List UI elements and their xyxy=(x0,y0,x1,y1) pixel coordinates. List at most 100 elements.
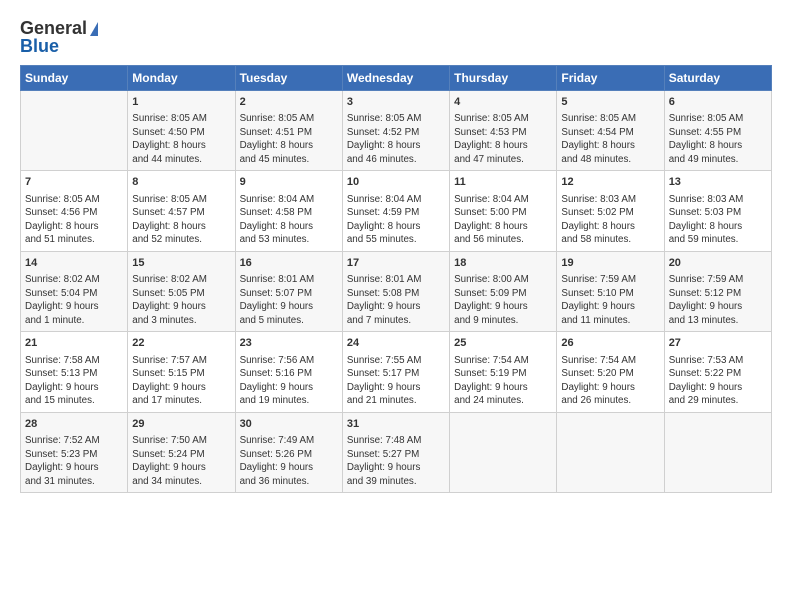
day-number: 7 xyxy=(25,175,123,190)
cell-1-7: 6Sunrise: 8:05 AMSunset: 4:55 PMDaylight… xyxy=(664,91,771,171)
cell-text: Sunset: 4:55 PM xyxy=(669,126,767,140)
cell-text: Sunset: 4:52 PM xyxy=(347,126,445,140)
cell-1-1 xyxy=(21,91,128,171)
cell-text: Daylight: 8 hours xyxy=(347,220,445,234)
cell-text: Sunrise: 8:01 AM xyxy=(347,273,445,287)
cell-text: Sunset: 5:07 PM xyxy=(240,287,338,301)
cell-text: Sunrise: 8:04 AM xyxy=(240,193,338,207)
cell-text: Sunrise: 8:05 AM xyxy=(240,112,338,126)
cell-text: Daylight: 8 hours xyxy=(454,220,552,234)
cell-text: Daylight: 8 hours xyxy=(240,139,338,153)
cell-text: Sunrise: 8:03 AM xyxy=(669,193,767,207)
cell-text: and 34 minutes. xyxy=(132,475,230,489)
day-number: 24 xyxy=(347,336,445,351)
cell-text: Sunset: 5:02 PM xyxy=(561,206,659,220)
col-header-wednesday: Wednesday xyxy=(342,66,449,91)
calendar-table: SundayMondayTuesdayWednesdayThursdayFrid… xyxy=(20,65,772,493)
day-number: 30 xyxy=(240,417,338,432)
cell-5-6 xyxy=(557,412,664,492)
cell-text: Daylight: 9 hours xyxy=(454,300,552,314)
cell-1-4: 3Sunrise: 8:05 AMSunset: 4:52 PMDaylight… xyxy=(342,91,449,171)
cell-5-2: 29Sunrise: 7:50 AMSunset: 5:24 PMDayligh… xyxy=(128,412,235,492)
cell-text: and 59 minutes. xyxy=(669,233,767,247)
cell-text: Sunrise: 8:05 AM xyxy=(454,112,552,126)
cell-text: Sunset: 5:10 PM xyxy=(561,287,659,301)
cell-text: and 49 minutes. xyxy=(669,153,767,167)
day-number: 31 xyxy=(347,417,445,432)
cell-text: and 52 minutes. xyxy=(132,233,230,247)
cell-text: Daylight: 9 hours xyxy=(347,300,445,314)
day-number: 17 xyxy=(347,256,445,271)
cell-2-3: 9Sunrise: 8:04 AMSunset: 4:58 PMDaylight… xyxy=(235,171,342,251)
cell-text: Daylight: 9 hours xyxy=(240,461,338,475)
page: General Blue SundayMondayTuesdayWednesda… xyxy=(0,0,792,612)
cell-3-7: 20Sunrise: 7:59 AMSunset: 5:12 PMDayligh… xyxy=(664,251,771,331)
week-row-4: 21Sunrise: 7:58 AMSunset: 5:13 PMDayligh… xyxy=(21,332,772,412)
day-number: 28 xyxy=(25,417,123,432)
cell-text: and 53 minutes. xyxy=(240,233,338,247)
cell-text: Sunrise: 8:00 AM xyxy=(454,273,552,287)
col-header-tuesday: Tuesday xyxy=(235,66,342,91)
cell-text: and 36 minutes. xyxy=(240,475,338,489)
cell-text: and 5 minutes. xyxy=(240,314,338,328)
cell-text: and 55 minutes. xyxy=(347,233,445,247)
day-number: 5 xyxy=(561,95,659,110)
day-number: 10 xyxy=(347,175,445,190)
day-number: 4 xyxy=(454,95,552,110)
cell-text: and 29 minutes. xyxy=(669,394,767,408)
cell-text: Sunrise: 7:50 AM xyxy=(132,434,230,448)
cell-text: Sunset: 5:05 PM xyxy=(132,287,230,301)
cell-text: Daylight: 8 hours xyxy=(561,139,659,153)
cell-text: and 11 minutes. xyxy=(561,314,659,328)
cell-4-2: 22Sunrise: 7:57 AMSunset: 5:15 PMDayligh… xyxy=(128,332,235,412)
cell-text: and 24 minutes. xyxy=(454,394,552,408)
cell-text: and 9 minutes. xyxy=(454,314,552,328)
col-header-friday: Friday xyxy=(557,66,664,91)
cell-4-7: 27Sunrise: 7:53 AMSunset: 5:22 PMDayligh… xyxy=(664,332,771,412)
cell-text: Sunrise: 8:02 AM xyxy=(25,273,123,287)
cell-text: Sunset: 5:22 PM xyxy=(669,367,767,381)
day-number: 12 xyxy=(561,175,659,190)
cell-text: Daylight: 9 hours xyxy=(25,300,123,314)
day-number: 13 xyxy=(669,175,767,190)
cell-text: Daylight: 9 hours xyxy=(132,461,230,475)
cell-text: Sunset: 5:09 PM xyxy=(454,287,552,301)
cell-text: and 58 minutes. xyxy=(561,233,659,247)
cell-1-3: 2Sunrise: 8:05 AMSunset: 4:51 PMDaylight… xyxy=(235,91,342,171)
cell-text: and 3 minutes. xyxy=(132,314,230,328)
cell-text: Sunrise: 8:05 AM xyxy=(132,193,230,207)
cell-4-5: 25Sunrise: 7:54 AMSunset: 5:19 PMDayligh… xyxy=(450,332,557,412)
cell-text: Daylight: 9 hours xyxy=(25,461,123,475)
cell-text: Daylight: 8 hours xyxy=(25,220,123,234)
cell-text: Sunrise: 7:54 AM xyxy=(454,354,552,368)
cell-text: Sunrise: 7:58 AM xyxy=(25,354,123,368)
cell-text: Sunset: 5:24 PM xyxy=(132,448,230,462)
cell-text: Daylight: 8 hours xyxy=(669,220,767,234)
week-row-1: 1Sunrise: 8:05 AMSunset: 4:50 PMDaylight… xyxy=(21,91,772,171)
cell-text: Sunset: 4:50 PM xyxy=(132,126,230,140)
cell-3-5: 18 Sunrise: 8:00 AMSunset: 5:09 PMDayligh… xyxy=(450,251,557,331)
day-number: 8 xyxy=(132,175,230,190)
cell-text: Daylight: 9 hours xyxy=(561,300,659,314)
cell-text: Daylight: 9 hours xyxy=(240,300,338,314)
cell-text: Sunrise: 8:04 AM xyxy=(347,193,445,207)
day-number: 21 xyxy=(25,336,123,351)
logo-blue: Blue xyxy=(20,36,59,57)
day-number: 18 xyxy=(454,256,552,271)
cell-3-3: 16Sunrise: 8:01 AMSunset: 5:07 PMDayligh… xyxy=(235,251,342,331)
cell-text: Sunset: 4:56 PM xyxy=(25,206,123,220)
cell-text: Sunrise: 8:04 AM xyxy=(454,193,552,207)
cell-text: and 1 minute. xyxy=(25,314,123,328)
cell-text: Sunrise: 8:05 AM xyxy=(25,193,123,207)
cell-3-4: 17Sunrise: 8:01 AMSunset: 5:08 PMDayligh… xyxy=(342,251,449,331)
day-number: 9 xyxy=(240,175,338,190)
cell-text: Sunrise: 7:56 AM xyxy=(240,354,338,368)
cell-text: Sunrise: 8:02 AM xyxy=(132,273,230,287)
cell-text: Sunset: 5:00 PM xyxy=(454,206,552,220)
cell-text: Sunrise: 7:52 AM xyxy=(25,434,123,448)
col-header-monday: Monday xyxy=(128,66,235,91)
cell-text: Sunrise: 7:57 AM xyxy=(132,354,230,368)
cell-text: and 26 minutes. xyxy=(561,394,659,408)
cell-3-6: 19Sunrise: 7:59 AMSunset: 5:10 PMDayligh… xyxy=(557,251,664,331)
cell-text: and 39 minutes. xyxy=(347,475,445,489)
